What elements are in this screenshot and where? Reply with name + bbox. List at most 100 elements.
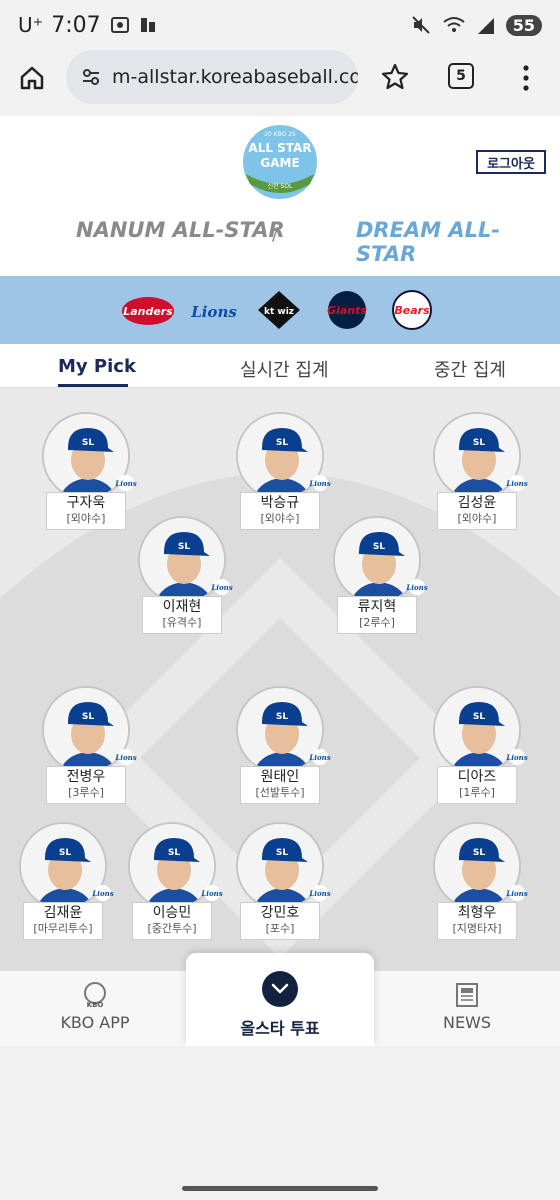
vote-expand-button[interactable]	[262, 971, 298, 1007]
lions-badge-icon: Lions	[308, 885, 331, 901]
player-name: 구자욱	[66, 495, 106, 511]
home-icon[interactable]	[18, 64, 46, 92]
bears-text: Bears	[394, 304, 430, 317]
lions-logo[interactable]: Lions	[188, 289, 240, 331]
player-name: 디아즈	[457, 769, 497, 785]
player-name: 김성윤	[457, 495, 497, 511]
battery-indicator: 55	[505, 14, 542, 36]
player-card[interactable]: SL Lions 김재윤 [마무리투수]	[8, 822, 118, 962]
player-position: [포수]	[265, 922, 295, 935]
lions-badge-icon: Lions	[405, 579, 428, 595]
player-position: [1루수]	[459, 786, 495, 799]
lions-badge-text: Lions	[308, 753, 330, 762]
lions-badge-text: Lions	[505, 753, 527, 762]
allstar-vote-button[interactable]: 올스타 투표	[186, 953, 374, 1046]
lions-badge-text: Lions	[405, 583, 427, 592]
lions-badge-text: Lions	[114, 479, 136, 488]
player-name: 이재현	[162, 599, 202, 615]
signal-icon	[477, 18, 494, 34]
lions-badge-icon: Lions	[505, 749, 528, 765]
player-card[interactable]: SL Lions 이승민 [중간투수]	[117, 822, 227, 962]
browser-toolbar: m-allstar.koreabaseball.com/V 5	[0, 50, 560, 116]
player-card[interactable]: SL Lions 이재현 [유격수]	[127, 516, 237, 656]
player-card[interactable]: SL Lions 디아즈 [1루수]	[422, 686, 532, 826]
cap-logo: SL	[59, 848, 71, 858]
clock: 7:07	[51, 12, 101, 38]
cap-logo: SL	[473, 848, 485, 858]
player-label: 이재현 [유격수]	[142, 596, 222, 634]
cap-logo: SL	[473, 438, 485, 448]
league-separator: /	[272, 224, 279, 245]
player-name: 이승민	[152, 905, 192, 921]
allstar-game-logo[interactable]: 20 KBO 25 ALL STAR GAME 신한 SOL	[240, 122, 320, 202]
newspaper-icon	[456, 983, 478, 1007]
site-settings-icon[interactable]	[80, 66, 102, 88]
lions-badge-icon: Lions	[210, 579, 233, 595]
cap-logo: SL	[168, 848, 180, 858]
cap-logo: SL	[178, 542, 190, 552]
player-name: 박승규	[260, 495, 300, 511]
player-position: [2루수]	[359, 616, 395, 629]
player-card[interactable]: SL Lions 전병우 [3루수]	[31, 686, 141, 826]
player-position: [지명타자]	[452, 922, 502, 935]
player-label: 강민호 [포수]	[240, 902, 320, 940]
player-label: 이승민 [중간투수]	[132, 902, 212, 940]
player-label: 원태인 [선발투수]	[240, 766, 320, 804]
player-name: 전병우	[66, 769, 106, 785]
player-position: [외야수]	[457, 512, 497, 525]
landers-text: Landers	[123, 305, 173, 318]
player-card[interactable]: SL Lions 박승규 [외야수]	[225, 412, 335, 552]
kbo-app-label: KBO APP	[60, 1013, 130, 1032]
lions-badge-text: Lions	[505, 479, 527, 488]
player-card[interactable]: SL Lions 강민호 [포수]	[225, 822, 335, 962]
cap-logo: SL	[373, 542, 385, 552]
news-link[interactable]: NEWS	[436, 981, 498, 1032]
player-card[interactable]: SL Lions 구자욱 [외야수]	[31, 412, 141, 552]
player-name: 류지혁	[357, 599, 397, 615]
nanum-allstar-link[interactable]: NANUM ALL-STAR	[76, 218, 285, 242]
lions-badge-text: Lions	[114, 753, 136, 762]
giants-logo[interactable]: Giants	[320, 289, 374, 331]
player-position: [외야수]	[66, 512, 106, 525]
dream-allstar-link[interactable]: DREAM ALL-STAR	[356, 218, 560, 266]
ktwiz-logo[interactable]: kt wiz	[256, 289, 302, 331]
logo-line2: GAME	[260, 156, 299, 170]
player-card[interactable]: SL Lions 김성윤 [외야수]	[422, 412, 532, 552]
status-bar: U⁺ 7:07 55	[0, 0, 560, 50]
address-bar[interactable]: m-allstar.koreabaseball.com/V	[66, 50, 358, 104]
player-name: 강민호	[260, 905, 300, 921]
logo-top-text: 20 KBO 25	[264, 131, 296, 138]
player-card[interactable]: SL Lions 최형우 [지명타자]	[422, 822, 532, 962]
vote-label: 올스타 투표	[240, 1019, 320, 1038]
kbo-logo-text: KBO	[87, 1001, 104, 1009]
cap-logo: SL	[82, 438, 94, 448]
tab-my-pick[interactable]: My Pick	[58, 356, 136, 377]
tab-count: 5	[456, 68, 466, 84]
kbo-app-link[interactable]: KBO KBO APP	[60, 981, 130, 1032]
landers-logo[interactable]: Landers	[120, 289, 176, 331]
lions-badge-text: Lions	[308, 479, 330, 488]
giants-text: Giants	[327, 304, 367, 317]
bottom-navigation: KBO KBO APP 올스타 투표 NEWS	[0, 953, 560, 1046]
player-position: [중간투수]	[147, 922, 197, 935]
mute-icon	[412, 16, 430, 34]
bookmark-star-icon[interactable]	[380, 62, 410, 92]
cap-logo: SL	[276, 848, 288, 858]
player-label: 김재윤 [마무리투수]	[23, 902, 103, 940]
player-position: [3루수]	[68, 786, 104, 799]
lions-badge-icon: Lions	[91, 885, 114, 901]
player-label: 김성윤 [외야수]	[437, 492, 517, 530]
logout-button[interactable]: 로그아웃	[476, 150, 546, 174]
more-menu-icon[interactable]	[520, 64, 532, 92]
player-card[interactable]: SL Lions 원태인 [선발투수]	[225, 686, 335, 826]
tab-switcher-button[interactable]: 5	[448, 63, 474, 89]
chevron-down-icon	[271, 983, 289, 994]
player-card[interactable]: SL Lions 류지혁 [2루수]	[322, 516, 432, 656]
tab-realtime[interactable]: 실시간 집계	[240, 356, 329, 382]
player-label: 디아즈 [1루수]	[437, 766, 517, 804]
bears-logo[interactable]: Bears	[388, 289, 436, 331]
lions-badge-icon: Lions	[308, 749, 331, 765]
tab-interim[interactable]: 중간 집계	[434, 356, 506, 382]
lions-badge-icon: Lions	[114, 475, 137, 491]
home-gesture-bar[interactable]	[182, 1186, 378, 1191]
